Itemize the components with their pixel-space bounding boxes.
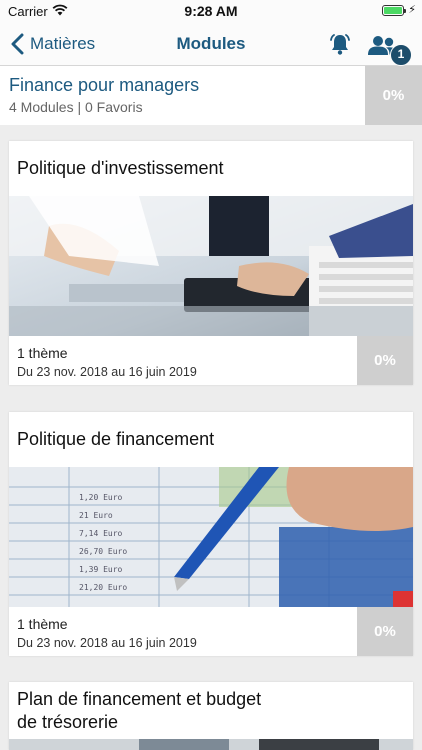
module-dates: Du 23 nov. 2018 au 16 juin 2019: [17, 636, 197, 650]
back-button[interactable]: Matières: [10, 22, 95, 66]
module-title: Politique d'investissement: [17, 158, 224, 178]
course-progress: 0%: [365, 66, 422, 125]
module-card[interactable]: Politique d'investissement 1 thème Du 23…: [9, 141, 413, 385]
svg-text:26,70 Euro: 26,70 Euro: [79, 547, 127, 556]
course-title: Finance pour managers: [9, 75, 200, 95]
course-header: Finance pour managers 4 Modules | 0 Favo…: [0, 66, 422, 125]
chevron-left-icon: [11, 33, 24, 55]
back-label: Matières: [30, 34, 96, 53]
clock: 9:28 AM: [184, 3, 238, 19]
svg-text:7,14 Euro: 7,14 Euro: [79, 529, 123, 538]
module-progress: 0%: [357, 607, 413, 656]
status-bar: Carrier 9:28 AM ⚡: [0, 0, 422, 22]
notification-badge: 1: [390, 44, 412, 66]
module-card[interactable]: Politique de financement 1,20 Euro 21 Eu…: [9, 412, 413, 656]
course-meta: 4 Modules | 0 Favoris: [9, 99, 143, 115]
battery-icon: [382, 5, 406, 16]
module-title-line-1: Plan de financement et budget: [17, 689, 262, 709]
module-title: Plan de financement et budget de trésore…: [17, 688, 261, 734]
module-progress: 0%: [357, 336, 413, 385]
module-themes: 1 thème: [17, 345, 68, 361]
charging-icon: ⚡: [408, 4, 416, 16]
module-image: [9, 196, 413, 336]
navigation-bar: Matières Modules 1: [0, 22, 422, 66]
module-dates: Du 23 nov. 2018 au 16 juin 2019: [17, 365, 197, 379]
svg-text:1,20 Euro: 1,20 Euro: [79, 493, 123, 502]
svg-text:21,20 Euro: 21,20 Euro: [79, 583, 127, 592]
module-themes: 1 thème: [17, 616, 68, 632]
bell-icon[interactable]: [328, 32, 352, 56]
module-card[interactable]: Plan de financement et budget de trésore…: [9, 682, 413, 750]
module-image: 1,20 Euro 21 Euro 7,14 Euro 26,70 Euro 1…: [9, 467, 413, 607]
module-title-line-2: de trésorerie: [17, 712, 119, 732]
module-title: Politique de financement: [17, 429, 215, 449]
module-image: [9, 739, 413, 750]
svg-text:1,39 Euro: 1,39 Euro: [79, 565, 123, 574]
svg-text:21 Euro: 21 Euro: [79, 511, 113, 520]
